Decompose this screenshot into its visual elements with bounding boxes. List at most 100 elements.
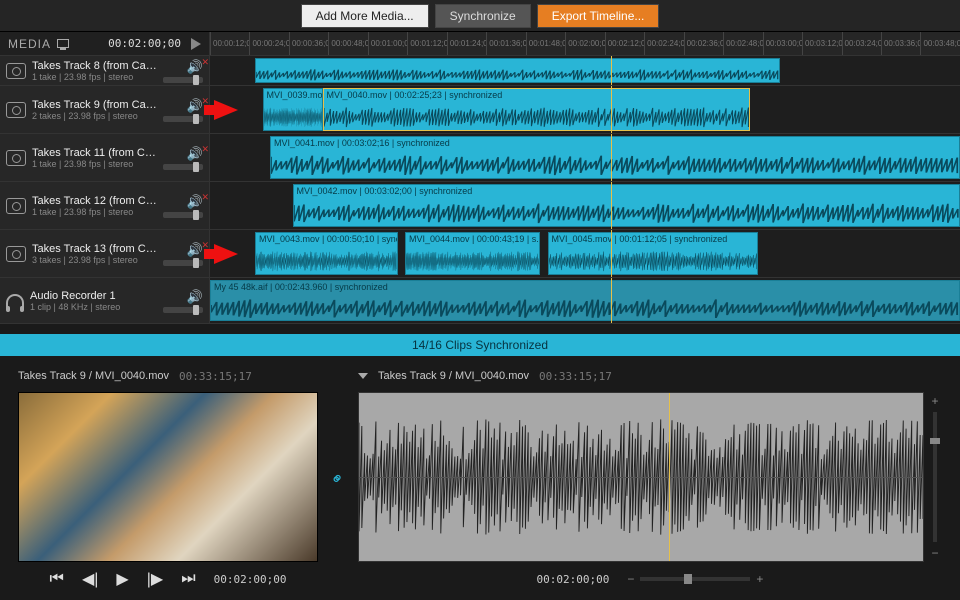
track-meta: 1 take | 23.98 fps | stereo <box>32 207 157 217</box>
go-start-button[interactable]: ⏮ <box>50 570 64 588</box>
video-preview-frame[interactable] <box>18 392 318 562</box>
timeline-timecode: 00:02:00;00 <box>108 37 181 50</box>
track-lane[interactable]: MVI_0042.mov | 00:03:02;00 | synchronize… <box>210 182 960 229</box>
horizontal-zoom[interactable]: − + <box>627 572 763 586</box>
track-lane[interactable]: My 45 48k.aif | 00:02:43.960 | synchroni… <box>210 278 960 323</box>
ruler-tick: 00:00:36;00 <box>289 32 328 55</box>
link-icon[interactable]: ⚭ <box>326 467 350 491</box>
video-preview-timecode: 00:33:15;17 <box>179 370 252 383</box>
time-ruler[interactable]: 00:00:12;0000:00:24;0000:00:36;0000:00:4… <box>210 32 960 55</box>
track-meta: 3 takes | 23.98 fps | stereo <box>32 255 157 265</box>
clip[interactable]: MVI_0041.mov | 00:03:02;16 | synchronize… <box>270 136 960 179</box>
speaker-icon[interactable]: 🔊✕ <box>187 242 203 258</box>
track-name: Takes Track 12 (from Camera 2) <box>32 195 157 207</box>
tracks-area: Takes Track 8 (from Camera 2) 1 take | 2… <box>0 56 960 334</box>
headphones-icon <box>6 294 24 308</box>
track-header[interactable]: Takes Track 8 (from Camera 2) 1 take | 2… <box>0 56 210 85</box>
media-label: MEDIA <box>8 37 51 51</box>
ruler-tick: 00:00:12;00 <box>210 32 249 55</box>
waveform-preview[interactable] <box>358 392 924 562</box>
link-column: ⚭ <box>326 366 350 592</box>
waveform-transport: 00:02:00;00 − + <box>358 566 942 592</box>
waveform-playhead[interactable] <box>669 393 670 561</box>
volume-slider[interactable] <box>163 212 203 218</box>
clip[interactable]: MVI_0043.mov | 00:00:50;10 | synchr.. <box>255 232 398 275</box>
ruler-tick: 00:01:24;00 <box>447 32 486 55</box>
timeline-playhead[interactable] <box>611 278 612 323</box>
track-lane[interactable]: MVI_0043.mov | 00:00:50;10 | synchr..MVI… <box>210 230 960 277</box>
zoom-out-h-icon[interactable]: − <box>627 572 634 586</box>
play-button[interactable]: ▶ <box>116 569 128 589</box>
track-name: Takes Track 9 (from Camera 2) <box>32 99 157 111</box>
volume-slider[interactable] <box>163 77 203 83</box>
clip-label: MVI_0041.mov | 00:03:02;16 | synchronize… <box>271 137 959 149</box>
clip[interactable]: MVI_0045.mov | 00:01:12;05 | synchronize… <box>548 232 758 275</box>
ruler-tick: 00:01:48;00 <box>526 32 565 55</box>
clip[interactable]: MVI_0042.mov | 00:03:02;00 | synchronize… <box>293 184 960 227</box>
timeline-playhead[interactable] <box>611 230 612 277</box>
play-icon[interactable] <box>191 38 201 50</box>
sync-status-bar: 14/16 Clips Synchronized <box>0 334 960 356</box>
ruler-tick: 00:02:12;00 <box>605 32 644 55</box>
clip-label: MVI_0040.mov | 00:02:25;23 | synchronize… <box>324 89 750 101</box>
volume-slider[interactable] <box>163 164 203 170</box>
track-lane[interactable]: MVI_0041.mov | 00:03:02;16 | synchronize… <box>210 134 960 181</box>
ruler-tick: 00:00:24;00 <box>249 32 288 55</box>
waveform-preview-timecode: 00:33:15;17 <box>539 370 612 383</box>
speaker-icon[interactable]: 🔊✕ <box>187 146 203 162</box>
clip[interactable]: MVI_0044.mov | 00:00:43;19 | s.. <box>405 232 540 275</box>
clip[interactable]: My 45 48k.aif | 00:02:43.960 | synchroni… <box>210 280 960 321</box>
track-lane[interactable] <box>210 56 960 85</box>
track-row: Takes Track 9 (from Camera 2) 2 takes | … <box>0 86 960 134</box>
waveform-preview-title: Takes Track 9 / MVI_0040.mov <box>378 370 529 382</box>
track-name: Takes Track 8 (from Camera 2) <box>32 60 157 72</box>
timeline-playhead[interactable] <box>611 182 612 229</box>
zoom-out-v-icon[interactable]: − <box>931 546 938 560</box>
timeline-playhead[interactable] <box>611 56 612 85</box>
clip[interactable]: MVI_0040.mov | 00:02:25;23 | synchronize… <box>323 88 751 131</box>
step-forward-button[interactable]: |▶ <box>147 569 163 589</box>
timeline-playhead[interactable] <box>611 86 612 133</box>
speaker-icon[interactable]: 🔊✕ <box>187 194 203 210</box>
ruler-tick: 00:01:12;00 <box>407 32 446 55</box>
camera-icon <box>6 63 26 79</box>
ruler-tick: 00:03:36;00 <box>881 32 920 55</box>
track-header[interactable]: Takes Track 9 (from Camera 2) 2 takes | … <box>0 86 210 133</box>
dropdown-icon[interactable] <box>358 373 368 379</box>
track-row: Takes Track 11 (from Camera 2) 1 take | … <box>0 134 960 182</box>
speaker-icon[interactable]: 🔊✕ <box>187 59 203 75</box>
track-header[interactable]: Takes Track 11 (from Camera 2) 1 take | … <box>0 134 210 181</box>
ruler-tick: 00:00:48;00 <box>328 32 367 55</box>
zoom-in-v-icon[interactable]: + <box>931 394 938 408</box>
volume-slider[interactable] <box>163 307 203 313</box>
volume-slider[interactable] <box>163 116 203 122</box>
speaker-icon[interactable]: 🔊✕ <box>187 98 203 114</box>
camera-icon <box>6 198 26 214</box>
go-end-button[interactable]: ⏭ <box>181 570 195 588</box>
video-transport: ⏮ ◀| ▶ |▶ ⏭ 00:02:00;00 <box>18 566 318 592</box>
arrow-icon <box>214 100 238 120</box>
track-row: Takes Track 12 (from Camera 2) 1 take | … <box>0 182 960 230</box>
vertical-zoom[interactable]: + − <box>928 392 942 562</box>
ruler-tick: 00:01:36;00 <box>486 32 525 55</box>
track-row: Takes Track 8 (from Camera 2) 1 take | 2… <box>0 56 960 86</box>
arrow-icon <box>214 244 238 264</box>
clip[interactable]: MVI_0039.mo.. <box>263 88 323 131</box>
track-header[interactable]: Takes Track 12 (from Camera 2) 1 take | … <box>0 182 210 229</box>
volume-slider[interactable] <box>163 260 203 266</box>
video-preview-column: Takes Track 9 / MVI_0040.mov 00:33:15;17… <box>18 366 318 592</box>
step-back-button[interactable]: ◀| <box>82 569 98 589</box>
clip[interactable] <box>255 58 780 83</box>
ruler-tick: 00:02:48;00 <box>723 32 762 55</box>
track-lane[interactable]: MVI_0039.mo..MVI_0040.mov | 00:02:25;23 … <box>210 86 960 133</box>
export-timeline-button[interactable]: Export Timeline... <box>537 4 660 28</box>
track-header[interactable]: Audio Recorder 1 1 clip | 48 KHz | stere… <box>0 278 210 323</box>
speaker-icon[interactable]: 🔊 <box>187 289 203 305</box>
track-name: Takes Track 11 (from Camera 2) <box>32 147 157 159</box>
timeline-playhead[interactable] <box>611 134 612 181</box>
monitor-icon <box>57 39 69 48</box>
synchronize-button[interactable]: Synchronize <box>435 4 531 28</box>
zoom-in-h-icon[interactable]: + <box>756 572 763 586</box>
add-media-button[interactable]: Add More Media... <box>301 4 429 28</box>
track-header[interactable]: Takes Track 13 (from Camera 2) 3 takes |… <box>0 230 210 277</box>
